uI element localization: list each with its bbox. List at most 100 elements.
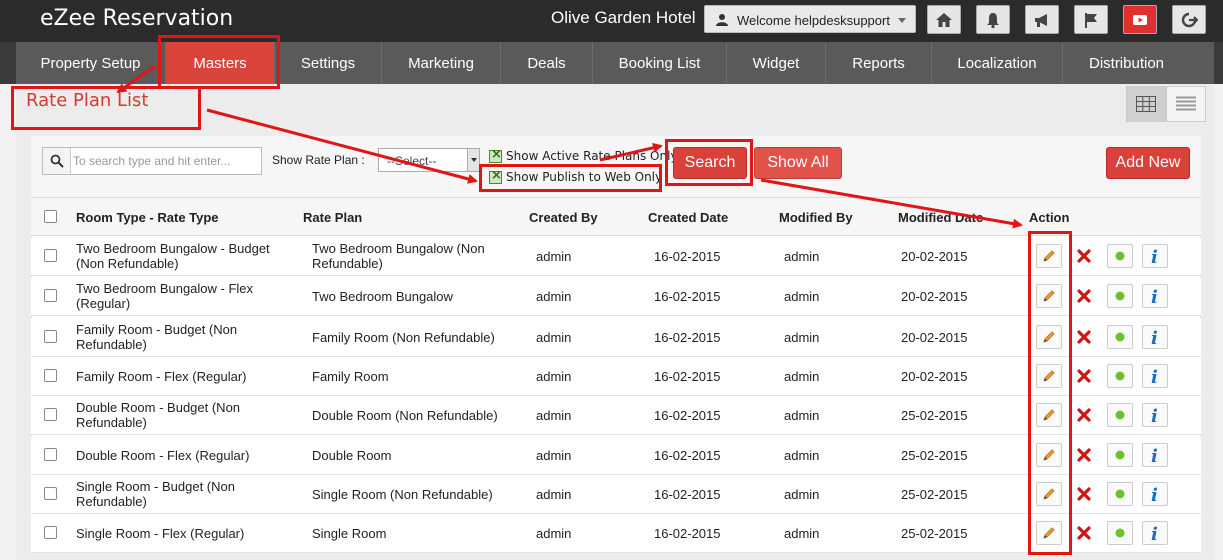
info-button[interactable]: i (1142, 443, 1168, 467)
header-rate-plan[interactable]: Rate Plan (303, 210, 362, 225)
active-only-checkbox[interactable]: Show Active Rate Plans Only (489, 147, 678, 163)
search-input[interactable] (73, 150, 259, 172)
nav-marketing[interactable]: Marketing (382, 42, 501, 84)
rate-plan-select[interactable]: --Select-- (378, 148, 480, 172)
list-view-button[interactable] (1166, 86, 1206, 122)
cell-created-by: admin (536, 487, 572, 502)
header-room-type[interactable]: Room Type - Rate Type (76, 210, 219, 225)
status-button[interactable] (1107, 325, 1133, 349)
rate-plan-select-value: --Select-- (387, 154, 437, 168)
edit-button[interactable] (1036, 521, 1062, 545)
status-button[interactable] (1107, 284, 1133, 308)
row-checkbox[interactable] (44, 369, 57, 382)
info-button[interactable]: i (1142, 521, 1168, 545)
nav-widget[interactable]: Widget (727, 42, 826, 84)
row-checkbox[interactable] (44, 526, 57, 539)
edit-button[interactable] (1036, 443, 1062, 467)
cell-modified-by: admin (784, 448, 820, 463)
status-button[interactable] (1107, 443, 1133, 467)
logout-icon (1181, 12, 1198, 27)
youtube-button[interactable] (1123, 5, 1157, 34)
edit-button[interactable] (1036, 482, 1062, 506)
home-button[interactable] (927, 5, 961, 34)
delete-button[interactable] (1071, 244, 1097, 268)
status-active-icon (1115, 291, 1125, 301)
edit-button[interactable] (1036, 403, 1062, 427)
delete-button[interactable] (1071, 521, 1097, 545)
cell-created-date: 16-02-2015 (654, 487, 721, 502)
info-button[interactable]: i (1142, 364, 1168, 388)
nav-property-setup[interactable]: Property Setup (16, 42, 166, 84)
delete-button[interactable] (1071, 364, 1097, 388)
delete-button[interactable] (1071, 284, 1097, 308)
nav-booking-list[interactable]: Booking List (593, 42, 727, 84)
table-row[interactable]: Single Room - Budget (Non Refundable) Sing… (31, 475, 1201, 514)
cell-modified-by: admin (784, 330, 820, 345)
table-row[interactable]: Family Room - Budget (Non Refundable) Fami… (31, 318, 1201, 357)
edit-button[interactable] (1036, 244, 1062, 268)
delete-button[interactable] (1071, 325, 1097, 349)
header-created-date[interactable]: Created Date (648, 210, 728, 225)
row-checkbox[interactable] (44, 249, 57, 262)
nav-deals[interactable]: Deals (501, 42, 593, 84)
info-button[interactable]: i (1142, 403, 1168, 427)
header-created-by[interactable]: Created By (529, 210, 598, 225)
nav-reports[interactable]: Reports (826, 42, 932, 84)
announcements-button[interactable] (1025, 5, 1059, 34)
table-row[interactable]: Single Room - Flex (Regular) Single Room a… (31, 514, 1201, 553)
edit-button[interactable] (1036, 364, 1062, 388)
nav-masters[interactable]: Masters (166, 42, 275, 84)
info-button[interactable]: i (1142, 244, 1168, 268)
header-modified-date[interactable]: Modified Date (898, 210, 983, 225)
search-box (42, 147, 262, 175)
row-checkbox[interactable] (44, 448, 57, 461)
status-button[interactable] (1107, 482, 1133, 506)
grid-view-button[interactable] (1126, 86, 1166, 122)
user-menu-button[interactable]: Welcome helpdesksupport (704, 5, 916, 33)
row-checkbox[interactable] (44, 408, 57, 421)
search-icon[interactable] (43, 148, 71, 174)
status-button[interactable] (1107, 403, 1133, 427)
show-all-button[interactable]: Show All (754, 147, 842, 179)
info-button[interactable]: i (1142, 325, 1168, 349)
nav-localization[interactable]: Localization (932, 42, 1063, 84)
edit-button[interactable] (1036, 284, 1062, 308)
row-checkbox[interactable] (44, 330, 57, 343)
status-button[interactable] (1107, 521, 1133, 545)
table-row[interactable]: Family Room - Flex (Regular) Family Room a… (31, 357, 1201, 396)
edit-button[interactable] (1036, 325, 1062, 349)
cell-room-type-line2: Refundable) (76, 415, 147, 430)
header-modified-by[interactable]: Modified By (779, 210, 853, 225)
status-button[interactable] (1107, 364, 1133, 388)
cell-modified-date: 20-02-2015 (901, 330, 968, 345)
table-row[interactable]: Two Bedroom Bungalow - Budget (Non Refund… (31, 237, 1201, 276)
cell-room-type-line1: Single Room - Flex (Regular) (76, 526, 245, 541)
status-button[interactable] (1107, 244, 1133, 268)
notifications-button[interactable] (976, 5, 1010, 34)
table-row[interactable]: Double Room - Flex (Regular) Double Room a… (31, 436, 1201, 475)
table-row[interactable]: Double Room - Budget (Non Refundable) Doub… (31, 396, 1201, 435)
search-button[interactable]: Search (673, 147, 747, 179)
row-checkbox[interactable] (44, 487, 57, 500)
delete-button[interactable] (1071, 403, 1097, 427)
delete-button[interactable] (1071, 443, 1097, 467)
nav-distribution[interactable]: Distribution (1063, 42, 1190, 84)
info-button[interactable]: i (1142, 284, 1168, 308)
flag-button[interactable] (1074, 5, 1108, 34)
select-arrow-icon (467, 149, 479, 171)
table-row[interactable]: Two Bedroom Bungalow - Flex (Regular) Two … (31, 277, 1201, 316)
delete-button[interactable] (1071, 482, 1097, 506)
cell-modified-date: 25-02-2015 (901, 448, 968, 463)
cell-created-date: 16-02-2015 (654, 289, 721, 304)
select-all-checkbox[interactable] (44, 210, 57, 223)
row-checkbox[interactable] (44, 289, 57, 302)
add-new-button[interactable]: Add New (1106, 147, 1190, 179)
publish-web-checkbox-box[interactable] (489, 168, 502, 184)
delete-icon (1077, 289, 1091, 303)
publish-web-checkbox[interactable]: Show Publish to Web Only (489, 168, 662, 184)
logout-button[interactable] (1172, 5, 1206, 34)
header-action: Action (1029, 210, 1070, 225)
active-only-checkbox-box[interactable] (489, 147, 502, 163)
info-button[interactable]: i (1142, 482, 1168, 506)
nav-settings[interactable]: Settings (275, 42, 382, 84)
